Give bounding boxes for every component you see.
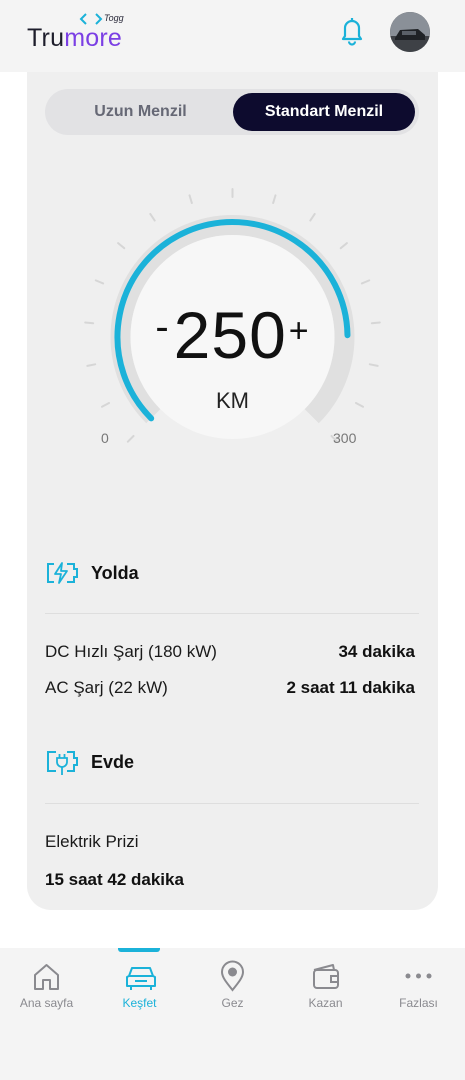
range-card: Uzun Menzil Standart Menzil -250+ KM 0 3… bbox=[27, 72, 438, 910]
tab-earn-label: Kazan bbox=[308, 996, 343, 1010]
range-unit: KM bbox=[216, 388, 249, 413]
avatar[interactable] bbox=[390, 12, 430, 52]
trumore-logo[interactable]: Togg Trumore bbox=[27, 12, 137, 52]
home-charge-value: 15 saat 42 dakika bbox=[45, 870, 184, 889]
tab-travel-label: Gez bbox=[221, 996, 244, 1010]
gauge-tick bbox=[94, 279, 105, 285]
bell-icon[interactable] bbox=[336, 14, 368, 46]
togg-brand-label: Togg bbox=[104, 13, 124, 23]
tab-travel[interactable]: Gez bbox=[186, 948, 279, 1018]
fast-charge-battery-icon bbox=[47, 562, 78, 584]
on-road-header: Yolda bbox=[45, 560, 139, 586]
tab-discover-label: Keşfet bbox=[122, 996, 157, 1010]
gauge-tick bbox=[339, 242, 348, 250]
gauge-max-label: 300 bbox=[333, 430, 357, 446]
charge-row-value: 2 saat 11 dakika bbox=[286, 678, 415, 697]
gauge-min-label: 0 bbox=[101, 430, 109, 446]
range-toggle: Uzun Menzil Standart Menzil bbox=[45, 89, 419, 135]
gauge-tick bbox=[272, 194, 277, 205]
logo-prefix: Tru bbox=[27, 24, 65, 52]
tab-more[interactable]: Fazlası bbox=[372, 948, 465, 1018]
plus-sign: + bbox=[288, 312, 310, 350]
range-number: 250 bbox=[173, 298, 287, 372]
tab-more-label: Fazlası bbox=[399, 996, 438, 1010]
at-home-title: Evde bbox=[91, 751, 135, 772]
more-dots-icon bbox=[405, 973, 432, 979]
home-icon bbox=[34, 964, 59, 990]
standard-range-option[interactable]: Standart Menzil bbox=[233, 93, 415, 131]
tab-discover[interactable]: Keşfet bbox=[93, 948, 186, 1018]
home-charge-label: Elektrik Prizi bbox=[45, 832, 139, 851]
divider bbox=[45, 803, 419, 804]
minus-sign: - bbox=[155, 305, 170, 349]
tab-home[interactable]: Ana sayfa bbox=[0, 948, 93, 1018]
car-avatar-icon bbox=[390, 12, 430, 52]
long-range-option[interactable]: Uzun Menzil bbox=[49, 93, 232, 131]
charge-row-label: DC Hızlı Şarj (180 kW) bbox=[45, 642, 217, 661]
on-road-title: Yolda bbox=[91, 562, 139, 583]
range-value: -250+ bbox=[27, 297, 438, 373]
gauge-tick bbox=[126, 434, 135, 443]
charge-row: DC Hızlı Şarj (180 kW) 34 dakika bbox=[45, 642, 415, 662]
charge-row: AC Şarj (22 kW) 2 saat 11 dakika bbox=[45, 678, 415, 698]
bottom-tab-bar: Ana sayfa Keşfet Gez Kazan Fazlası bbox=[0, 948, 465, 1080]
wallet-icon bbox=[313, 964, 339, 989]
map-pin-icon bbox=[220, 960, 245, 992]
gauge-tick bbox=[188, 194, 193, 205]
gauge-tick bbox=[309, 212, 316, 222]
gauge-tick bbox=[117, 242, 126, 250]
charge-row-label: AC Şarj (22 kW) bbox=[45, 678, 168, 697]
app-header: Togg Trumore bbox=[0, 0, 465, 72]
plug-battery-icon bbox=[47, 751, 78, 775]
logo-suffix: more bbox=[64, 24, 122, 52]
divider bbox=[45, 613, 419, 614]
gauge-tick bbox=[360, 279, 371, 285]
logo-text: Trumore bbox=[27, 24, 122, 53]
tab-earn[interactable]: Kazan bbox=[279, 948, 372, 1018]
charge-row-value: 34 dakika bbox=[338, 642, 415, 661]
car-icon bbox=[126, 967, 156, 990]
at-home-header: Evde bbox=[45, 749, 134, 775]
gauge-tick bbox=[149, 212, 156, 222]
tab-home-label: Ana sayfa bbox=[19, 996, 74, 1010]
